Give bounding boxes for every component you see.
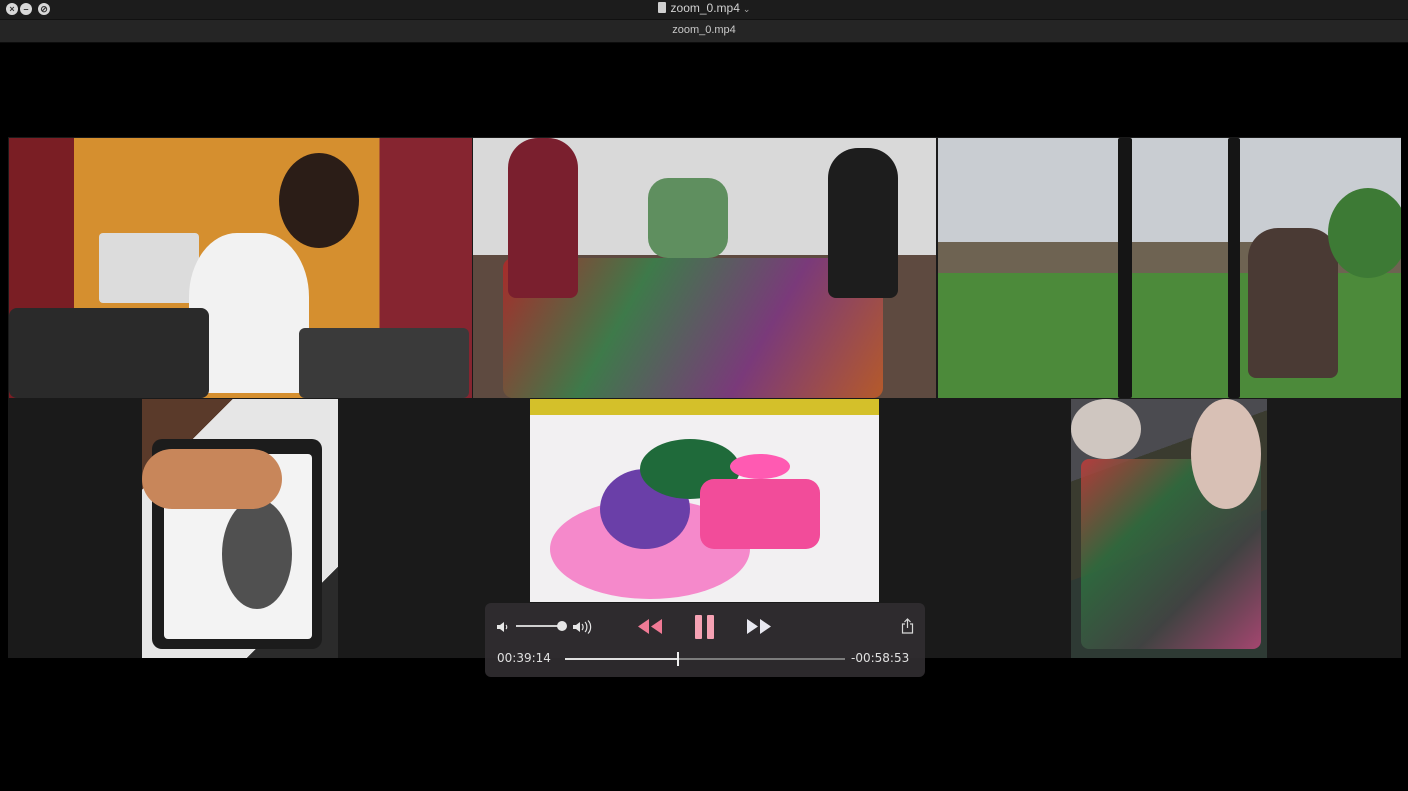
rewind-icon[interactable] bbox=[637, 618, 663, 635]
fast-forward-icon[interactable] bbox=[746, 618, 772, 635]
window-title[interactable]: zoom_0.mp4 ⌄ bbox=[0, 1, 1408, 15]
title-bar: × – ⊘ zoom_0.mp4 ⌄ bbox=[0, 0, 1408, 20]
volume-high-icon[interactable] bbox=[572, 619, 594, 635]
document-icon bbox=[657, 2, 666, 13]
volume-slider-knob[interactable] bbox=[557, 621, 567, 631]
video-tile-spin-art bbox=[1071, 399, 1267, 658]
video-tile-garden bbox=[938, 138, 1401, 398]
playhead[interactable] bbox=[677, 652, 679, 666]
video-tile-painting-group bbox=[473, 138, 936, 398]
scrubber-track[interactable] bbox=[565, 652, 845, 666]
scrubber-fill bbox=[565, 658, 677, 660]
volume-slider[interactable] bbox=[516, 625, 560, 627]
volume-low-icon[interactable] bbox=[496, 620, 510, 634]
remaining-time: -00:58:53 bbox=[851, 651, 910, 665]
share-icon[interactable] bbox=[901, 618, 914, 634]
chevron-down-icon[interactable]: ⌄ bbox=[743, 4, 751, 14]
tab-bar: zoom_0.mp4 bbox=[0, 20, 1408, 43]
video-tile-tablet-drawing bbox=[142, 399, 338, 658]
playback-controls: 00:39:14 -00:58:53 bbox=[485, 603, 925, 677]
tab-title[interactable]: zoom_0.mp4 bbox=[0, 24, 1408, 36]
elapsed-time: 00:39:14 bbox=[497, 651, 551, 665]
video-tile-musician bbox=[9, 138, 472, 398]
video-tile-paint-prints bbox=[530, 399, 879, 602]
pause-icon[interactable] bbox=[694, 614, 716, 640]
video-frame[interactable] bbox=[8, 137, 1401, 658]
